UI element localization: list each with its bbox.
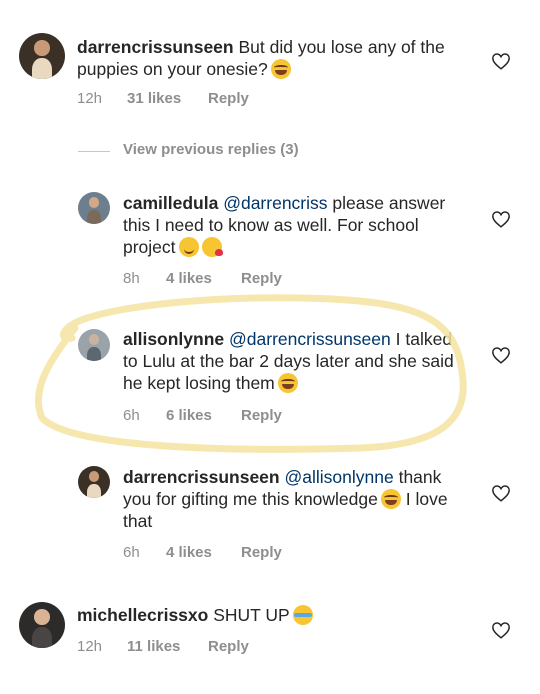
- comment-username[interactable]: camilledula: [123, 193, 218, 213]
- reply-button[interactable]: Reply: [208, 90, 249, 107]
- divider-line: [78, 151, 110, 152]
- crying-emoji-icon: [292, 605, 313, 625]
- heart-icon[interactable]: [491, 52, 511, 70]
- comment-username[interactable]: darrencrissunseen: [77, 37, 234, 57]
- comment-time: 6h: [123, 544, 140, 561]
- mention-link[interactable]: @darrencriss: [223, 193, 327, 213]
- laughing-tears-emoji-icon: [380, 489, 401, 509]
- likes-count[interactable]: 4 likes: [166, 544, 212, 561]
- avatar[interactable]: [78, 329, 110, 361]
- heart-icon[interactable]: [491, 346, 511, 364]
- mention-link[interactable]: @darrencrissunseen: [229, 329, 391, 349]
- comment-body: SHUT UP: [213, 605, 290, 625]
- heart-icon[interactable]: [491, 210, 511, 228]
- mention-link[interactable]: @allisonlynne: [284, 467, 393, 487]
- comment-text: michellecrissxo SHUT UP: [77, 604, 477, 626]
- comment-text: allisonlynne @darrencrissunseen I talked…: [123, 328, 468, 394]
- avatar[interactable]: [78, 466, 110, 498]
- comment-username[interactable]: darrencrissunseen: [123, 467, 280, 487]
- likes-count[interactable]: 31 likes: [127, 90, 181, 107]
- avatar[interactable]: [19, 602, 65, 648]
- avatar[interactable]: [19, 33, 65, 79]
- reply-button[interactable]: Reply: [241, 407, 282, 424]
- reply-button[interactable]: Reply: [241, 270, 282, 287]
- likes-count[interactable]: 4 likes: [166, 270, 212, 287]
- comment-time: 8h: [123, 270, 140, 287]
- comment-username[interactable]: michellecrissxo: [77, 605, 208, 625]
- comment-username[interactable]: allisonlynne: [123, 329, 224, 349]
- smile-emoji-icon: [178, 237, 199, 257]
- likes-count[interactable]: 6 likes: [166, 407, 212, 424]
- comment-time: 12h: [77, 638, 103, 655]
- heart-icon[interactable]: [491, 484, 511, 502]
- comment-text: darrencrissunseen But did you lose any o…: [77, 36, 467, 80]
- comment-text: darrencrissunseen @allisonlynne thank yo…: [123, 466, 468, 532]
- laughing-tears-emoji-icon: [270, 59, 291, 79]
- comment-time: 6h: [123, 407, 140, 424]
- reply-button[interactable]: Reply: [208, 638, 249, 655]
- kissing-heart-emoji-icon: [201, 237, 223, 257]
- reply-button[interactable]: Reply: [241, 544, 282, 561]
- comment-time: 12h: [77, 90, 103, 107]
- likes-count[interactable]: 11 likes: [127, 638, 180, 655]
- avatar[interactable]: [78, 192, 110, 224]
- heart-icon[interactable]: [491, 621, 511, 639]
- laughing-tears-emoji-icon: [277, 373, 298, 393]
- view-previous-replies-button[interactable]: View previous replies (3): [123, 141, 299, 158]
- comment-text: camilledula @darrencriss please answer t…: [123, 192, 468, 258]
